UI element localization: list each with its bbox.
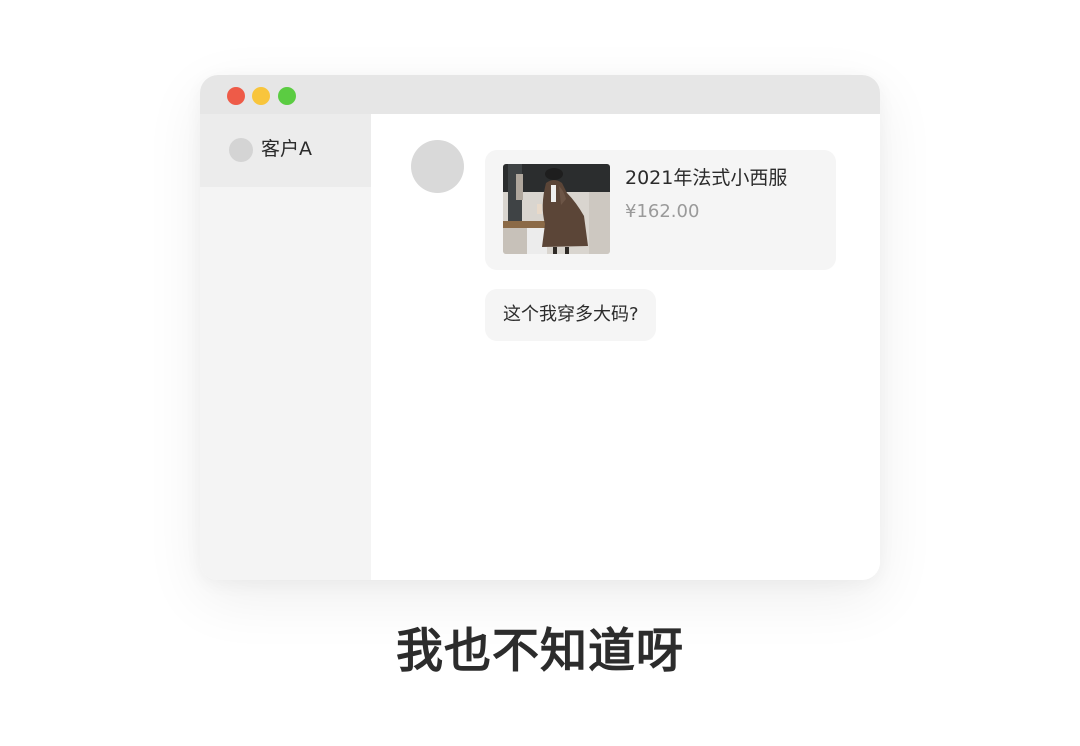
product-title: 2021年法式小西服 — [625, 167, 788, 189]
close-button[interactable] — [227, 87, 245, 105]
contact-item-customer-a[interactable]: 客户A — [200, 114, 371, 187]
contact-sidebar: 客户A — [200, 114, 371, 580]
window-titlebar[interactable] — [200, 75, 880, 114]
chat-window: 客户A 2021年法式小西服 ¥162.00 这个我穿多大码? — [200, 75, 880, 580]
contact-name: 客户A — [261, 138, 312, 160]
product-price: ¥162.00 — [625, 201, 700, 222]
minimize-button[interactable] — [252, 87, 270, 105]
product-image — [503, 164, 610, 254]
message-bubble: 这个我穿多大码? — [485, 289, 656, 341]
sender-avatar — [411, 140, 464, 193]
maximize-button[interactable] — [278, 87, 296, 105]
product-card[interactable]: 2021年法式小西服 ¥162.00 — [485, 150, 836, 270]
chat-panel: 2021年法式小西服 ¥162.00 这个我穿多大码? — [371, 114, 880, 580]
contact-avatar — [229, 138, 253, 162]
caption-text: 我也不知道呀 — [396, 624, 684, 679]
